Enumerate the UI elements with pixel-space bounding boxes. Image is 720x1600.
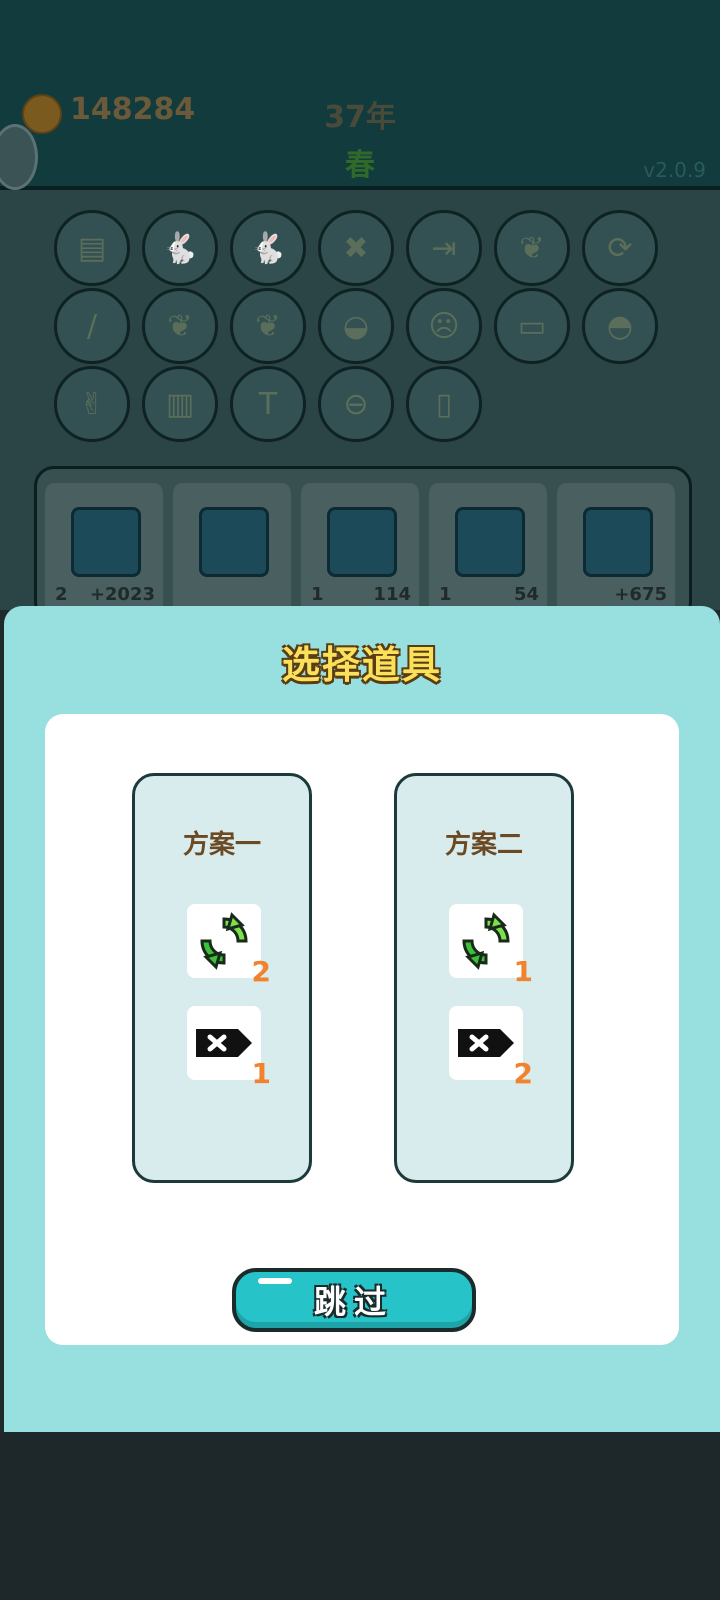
- background-card[interactable]: 1 54: [429, 483, 547, 613]
- plan-card-1[interactable]: 方案一 2 1: [132, 773, 312, 1183]
- plan-title: 方案二: [444, 830, 523, 860]
- refresh-count: 1: [513, 955, 533, 988]
- background-card[interactable]: +675: [557, 483, 675, 613]
- skirt-icon: ▤: [77, 230, 107, 266]
- remove-count: 2: [513, 1057, 533, 1090]
- bucket-icon: ▥: [165, 386, 195, 422]
- card-count: 1: [439, 584, 452, 605]
- card-count: 1: [311, 584, 324, 605]
- card-value: +675: [614, 584, 667, 605]
- rock-hand-icon: ✌: [79, 386, 105, 422]
- pot-icon: ◓: [606, 308, 634, 344]
- minus-item[interactable]: ⊖: [318, 366, 394, 442]
- coin-count: 148284: [70, 92, 196, 127]
- refresh-icon: [462, 912, 510, 970]
- leaf-item[interactable]: ❦: [494, 210, 570, 286]
- skip-item[interactable]: ⇥: [406, 210, 482, 286]
- bottle-icon: ▯: [435, 386, 453, 422]
- season-label: 春: [345, 148, 375, 183]
- screwdriver-item[interactable]: /: [54, 288, 130, 364]
- background-card[interactable]: 1 114: [301, 483, 419, 613]
- minus-icon: ⊖: [343, 386, 369, 422]
- hammer-icon: T: [258, 386, 278, 422]
- leaf-item[interactable]: ❦: [230, 288, 306, 364]
- refresh-item[interactable]: ⟳: [582, 210, 658, 286]
- delete-tag-icon: ✖: [343, 230, 369, 266]
- card-value: +2023: [89, 584, 155, 605]
- leaf-item[interactable]: ❦: [142, 288, 218, 364]
- card-value: 54: [513, 584, 539, 605]
- version-label: v2.0.9: [643, 158, 706, 182]
- bottle-item[interactable]: ▯: [406, 366, 482, 442]
- refresh-icon: [200, 912, 248, 970]
- background-card[interactable]: 2 +2023: [45, 483, 163, 613]
- leaf-icon: ❦: [255, 308, 281, 344]
- screwdriver-icon: /: [86, 308, 98, 344]
- bottom-area: [0, 1432, 720, 1600]
- card-icon: [327, 507, 397, 577]
- divider: [0, 186, 720, 190]
- card-icon: [199, 507, 269, 577]
- rice-bowl-icon: ◒: [342, 308, 370, 344]
- delete-tag-icon: [458, 1029, 514, 1057]
- modal-title: 选择道具: [281, 643, 442, 687]
- skip-button[interactable]: 跳过: [232, 1268, 476, 1332]
- card-row: 2 +2023 1 114 1 54 +675: [34, 466, 692, 622]
- year-label: 37年: [324, 100, 396, 135]
- card-icon: [455, 507, 525, 577]
- rabbit-icon: 🐇: [249, 230, 287, 266]
- pot-item[interactable]: ◓: [582, 288, 658, 364]
- hammer-item[interactable]: T: [230, 366, 306, 442]
- skip-label: 跳过: [313, 1283, 394, 1321]
- rock-hand-item[interactable]: ✌: [54, 366, 130, 442]
- remove-reward: 2: [449, 1006, 533, 1090]
- remove-reward: 1: [187, 1006, 271, 1090]
- background-card[interactable]: [173, 483, 291, 613]
- printer-icon: ▭: [517, 308, 547, 344]
- face-item[interactable]: ☹: [406, 288, 482, 364]
- bucket-item[interactable]: ▥: [142, 366, 218, 442]
- refresh-reward: 2: [187, 904, 271, 988]
- leaf-icon: ❦: [167, 308, 193, 344]
- rabbit-icon: 🐇: [161, 230, 199, 266]
- rice-bowl-item[interactable]: ◒: [318, 288, 394, 364]
- remove-count: 1: [251, 1057, 271, 1090]
- card-value: 114: [373, 584, 411, 605]
- coin-icon: [22, 94, 62, 134]
- skip-icon: ⇥: [431, 230, 457, 266]
- card-count: 2: [55, 584, 68, 605]
- plan-card-2[interactable]: 方案二 1 2: [394, 773, 574, 1183]
- face-icon: ☹: [428, 308, 460, 344]
- leaf-icon: ❦: [519, 230, 545, 266]
- card-icon: [71, 507, 141, 577]
- refresh-reward: 1: [449, 904, 533, 988]
- refresh-icon: ⟳: [607, 230, 633, 266]
- plan-title: 方案一: [182, 830, 261, 860]
- refresh-count: 2: [251, 955, 271, 988]
- delete-tag-item[interactable]: ✖: [318, 210, 394, 286]
- rabbit-item[interactable]: 🐇: [230, 210, 306, 286]
- card-icon: [583, 507, 653, 577]
- rabbit-item[interactable]: 🐇: [142, 210, 218, 286]
- printer-item[interactable]: ▭: [494, 288, 570, 364]
- skirt-item[interactable]: ▤: [54, 210, 130, 286]
- delete-tag-icon: [196, 1029, 252, 1057]
- button-shine: [258, 1278, 292, 1284]
